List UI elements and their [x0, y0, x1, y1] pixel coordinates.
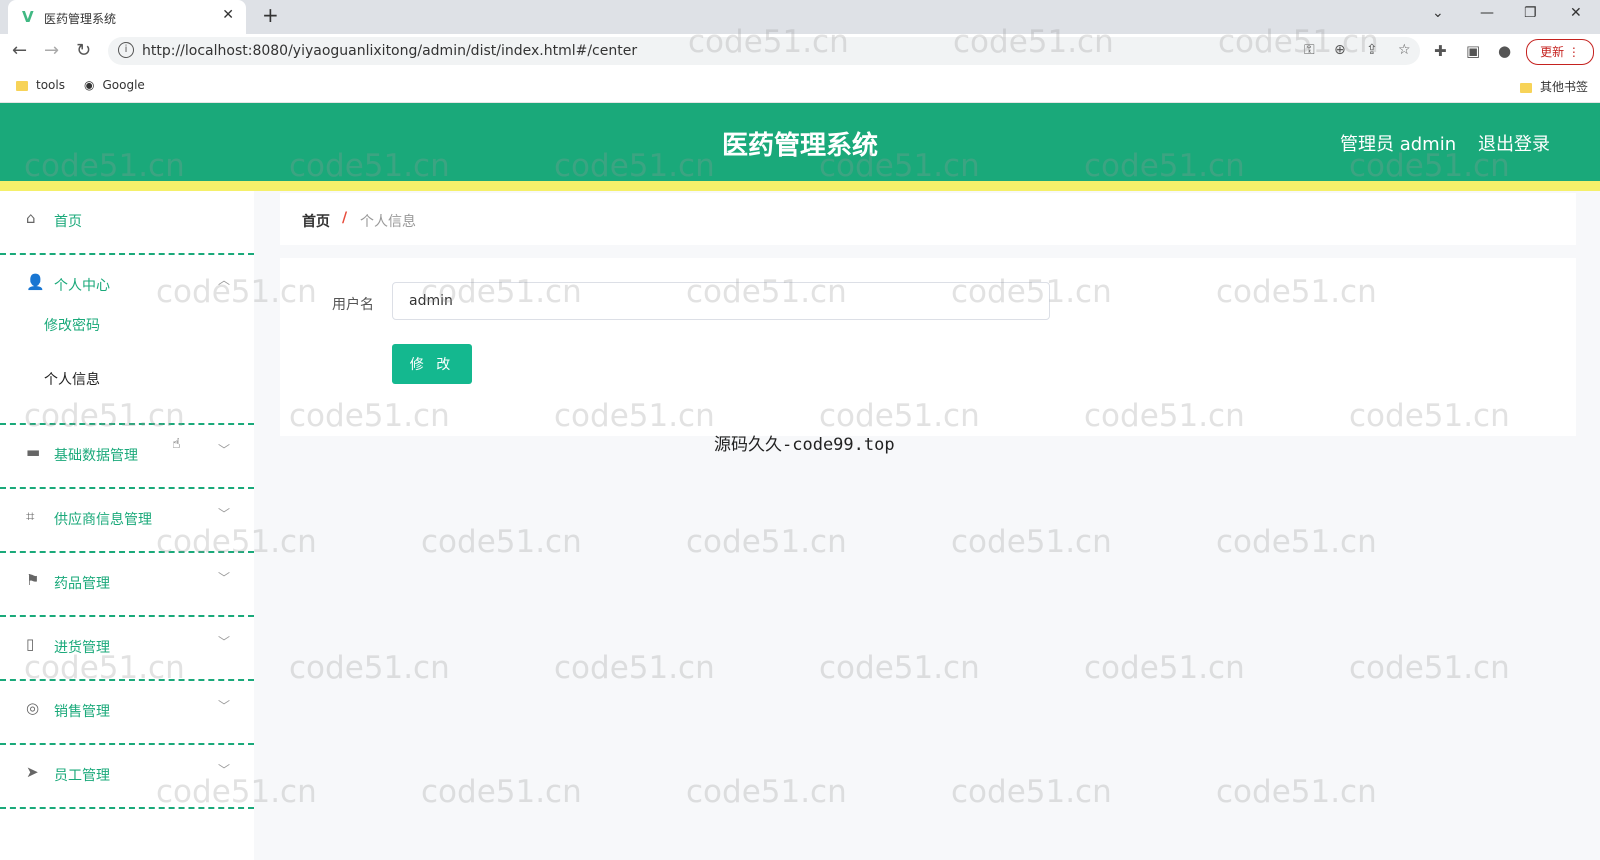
address-bar[interactable]: i http://localhost:8080/yiyaoguanlixiton…	[108, 37, 1420, 65]
chevron-down-icon: ﹀	[218, 443, 231, 457]
close-icon[interactable]: ✕	[222, 7, 234, 23]
bookmark-google[interactable]: ◉ Google	[84, 78, 145, 92]
reload-icon[interactable]: ↻	[76, 40, 91, 61]
home-icon: ⌂	[26, 209, 36, 227]
sidepanel-icon[interactable]: ▣	[1466, 42, 1480, 60]
globe-icon: ◉	[84, 78, 95, 92]
browser-tabbar: V 医药管理系统 ✕ + ⌄ — ❐ ✕	[0, 0, 1600, 34]
browser-tab[interactable]: V 医药管理系统 ✕	[8, 0, 246, 34]
breadcrumb-separator: /	[342, 210, 348, 226]
sidebar-item-drugs[interactable]: ⚑ 药品管理 ﹀	[0, 553, 254, 617]
sidebar-item-home[interactable]: ⌂ 首页	[0, 191, 254, 255]
header-accent-bar	[0, 181, 1600, 191]
send-icon: ➤	[26, 763, 39, 781]
submenu-change-password[interactable]: 修改密码	[44, 315, 100, 335]
submit-button[interactable]: 修 改	[392, 344, 472, 384]
chevron-down-icon: ﹀	[218, 635, 231, 649]
watermark: code51.cn	[819, 650, 980, 686]
folder-icon	[16, 80, 28, 91]
bookmark-tools[interactable]: tools	[16, 78, 65, 92]
watermark: code51.cn	[951, 524, 1112, 560]
zoom-icon[interactable]: ⊕	[1334, 42, 1346, 58]
restore-icon[interactable]: ❐	[1524, 5, 1537, 21]
chevron-up-icon: ︿	[218, 273, 231, 287]
sidebar-item-label: 销售管理	[54, 704, 110, 720]
share-icon[interactable]: ⇪	[1366, 42, 1378, 58]
tab-title: 医药管理系统	[44, 12, 117, 26]
sidebar-item-label: 供应商信息管理	[54, 512, 152, 528]
chevron-down-icon: ﹀	[218, 571, 231, 585]
sidebar-item-supplier[interactable]: ⌗ 供应商信息管理 ﹀	[0, 489, 254, 553]
help-ring-icon: ◎	[26, 699, 40, 717]
breadcrumb-current: 个人信息	[360, 214, 416, 230]
browser-toolbar: ← → ↻ i http://localhost:8080/yiyaoguanl…	[0, 34, 1600, 68]
sidebar-item-label: 药品管理	[54, 576, 110, 592]
sidebar-item-label: 首页	[54, 214, 82, 230]
tab-search-icon[interactable]: ⌄	[1432, 5, 1444, 21]
bookmark-other[interactable]: 其他书签	[1520, 78, 1588, 95]
vue-logo-icon: V	[22, 8, 34, 26]
key-icon[interactable]: ⚿	[1304, 42, 1315, 58]
back-icon[interactable]: ←	[12, 40, 27, 61]
watermark: code51.cn	[951, 774, 1112, 810]
profile-form-panel: 用户名 修 改	[280, 258, 1576, 436]
sidebar-item-personal-center[interactable]: 👤 个人中心 ︿ 修改密码 个人信息	[0, 255, 254, 425]
username-input[interactable]	[392, 282, 1050, 320]
app-header: 医药管理系统 管理员 admin 退出登录	[0, 103, 1600, 181]
mic-icon: ▯	[26, 635, 35, 653]
sidebar-item-label: 员工管理	[54, 768, 110, 784]
bookmarks-bar: tools ◉ Google 其他书签	[0, 68, 1600, 103]
sidebar-item-label: 进货管理	[54, 640, 110, 656]
watermark: code51.cn	[1216, 524, 1377, 560]
user-icon: 👤	[26, 273, 45, 291]
chevron-down-icon: ﹀	[218, 763, 231, 777]
sidebar-item-basic-data[interactable]: ▬ 基础数据管理 ﹀	[0, 425, 254, 489]
extensions-icon[interactable]: ✚	[1434, 42, 1447, 60]
info-icon[interactable]: i	[118, 42, 134, 58]
sidebar-item-label: 基础数据管理	[54, 448, 138, 464]
watermark: code51.cn	[421, 524, 582, 560]
watermark: code51.cn	[686, 524, 847, 560]
logout-button[interactable]: 退出登录	[1478, 130, 1550, 156]
sidebar: ⌂ 首页 👤 个人中心 ︿ 修改密码 个人信息 ▬ 基础数据管理 ﹀ ⌗ 供应商…	[0, 191, 254, 860]
user-label: 管理员 admin	[1340, 134, 1457, 155]
monitor-icon: ▬	[26, 443, 41, 461]
new-tab-icon[interactable]: +	[262, 3, 279, 27]
overlay-text: 源码久久-code99.top	[714, 435, 895, 455]
breadcrumb-home[interactable]: 首页	[302, 211, 330, 231]
watermark: code51.cn	[1349, 650, 1510, 686]
watermark: code51.cn	[289, 650, 450, 686]
sidebar-item-label: 个人中心	[54, 278, 110, 294]
star-icon[interactable]: ☆	[1398, 42, 1411, 58]
folder-icon	[1520, 82, 1532, 93]
watermark: code51.cn	[1084, 650, 1245, 686]
flag-icon: ⚑	[26, 571, 40, 589]
sidebar-item-purchase[interactable]: ▯ 进货管理 ﹀	[0, 617, 254, 681]
breadcrumb: 首页 / 个人信息	[280, 193, 1576, 245]
minimize-icon[interactable]: —	[1480, 5, 1494, 21]
watermark: code51.cn	[421, 774, 582, 810]
window-close-icon[interactable]: ✕	[1570, 5, 1582, 21]
sidebar-item-staff[interactable]: ➤ 员工管理 ﹀	[0, 745, 254, 809]
username-label: 用户名	[332, 297, 374, 313]
chevron-down-icon: ﹀	[218, 699, 231, 713]
watermark: code51.cn	[686, 774, 847, 810]
watermark: code51.cn	[554, 650, 715, 686]
profile-icon[interactable]: ●	[1498, 42, 1511, 60]
hand-cursor-icon: ☝	[172, 436, 181, 452]
submenu-personal-info[interactable]: 个人信息	[44, 369, 100, 389]
sidebar-item-sales[interactable]: ◎ 销售管理 ﹀	[0, 681, 254, 745]
crop-icon: ⌗	[26, 507, 35, 525]
watermark: code51.cn	[1216, 774, 1377, 810]
forward-icon[interactable]: →	[44, 40, 59, 61]
chevron-down-icon: ﹀	[218, 507, 231, 521]
update-button[interactable]: 更新 ⋮	[1526, 39, 1594, 65]
url-text: http://localhost:8080/yiyaoguanlixitong/…	[142, 43, 638, 59]
